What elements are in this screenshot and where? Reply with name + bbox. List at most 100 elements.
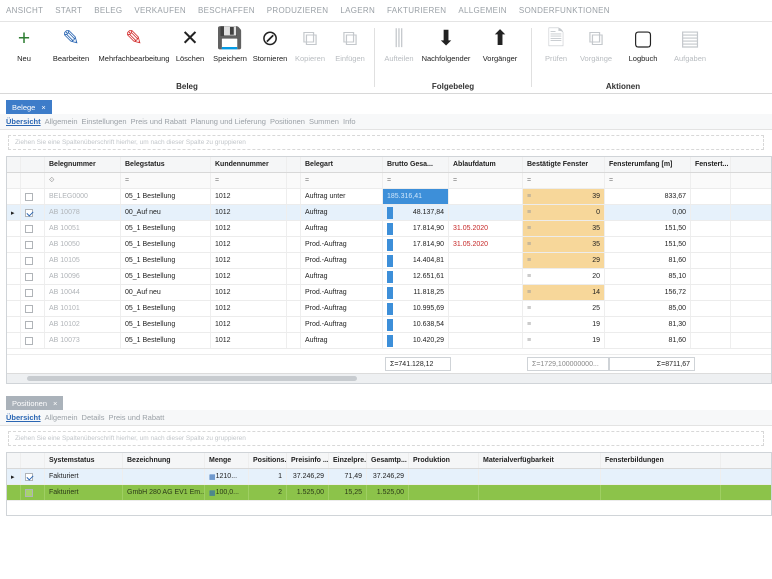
checkbox[interactable] bbox=[25, 272, 33, 281]
column-header[interactable]: Kundennummer bbox=[211, 157, 287, 172]
subtab-preis-und-rabatt[interactable]: Preis und Rabatt bbox=[131, 117, 187, 126]
column-header[interactable]: Menge bbox=[205, 453, 249, 468]
checkbox[interactable] bbox=[25, 240, 33, 249]
table-row[interactable]: ▸ Fakturiert ▦ 1210... 1 37.246,29 71,49 37.24… bbox=[7, 469, 771, 485]
column-header[interactable]: Bezeichnung bbox=[123, 453, 205, 468]
close-icon[interactable]: × bbox=[53, 399, 57, 408]
column-header[interactable] bbox=[287, 157, 301, 172]
subtab-einstellungen[interactable]: Einstellungen bbox=[82, 117, 127, 126]
ablaufdatum-cell: 31.05.2020 bbox=[449, 237, 523, 252]
menu-item-fakturieren[interactable]: FAKTURIEREN bbox=[387, 6, 446, 15]
checkbox[interactable] bbox=[25, 304, 33, 313]
horizontal-scrollbar[interactable] bbox=[7, 373, 771, 383]
subtab-positionen[interactable]: Positionen bbox=[270, 117, 305, 126]
subtab-allgemein[interactable]: Allgemein bbox=[45, 117, 78, 126]
tab-belege[interactable]: Belege × bbox=[6, 100, 52, 114]
group-by-hint[interactable]: Ziehen Sie eine Spaltenüberschrift hierh… bbox=[8, 431, 764, 446]
scrollbar-thumb[interactable] bbox=[27, 376, 357, 381]
subtab-summen[interactable]: Summen bbox=[309, 117, 339, 126]
fenster-value: 25 bbox=[592, 305, 600, 312]
checkbox[interactable] bbox=[25, 256, 33, 265]
filter-cell[interactable] bbox=[21, 173, 45, 188]
filter-cell[interactable]: = bbox=[211, 173, 287, 188]
column-header[interactable]: Ablaufdatum bbox=[449, 157, 523, 172]
column-header[interactable]: Fensterbildungen bbox=[601, 453, 721, 468]
column-header[interactable]: Fensterumfang [m] bbox=[605, 157, 691, 172]
column-header[interactable]: Materialverfügbarkeit bbox=[479, 453, 601, 468]
column-header[interactable]: Fenstert... bbox=[691, 157, 731, 172]
table-row[interactable]: AB 10051 05_1 Bestellung 1012 Auftrag 17.814… bbox=[7, 221, 771, 237]
filter-cell[interactable] bbox=[7, 173, 21, 188]
filter-cell[interactable] bbox=[287, 173, 301, 188]
column-header[interactable]: Belegnummer bbox=[45, 157, 121, 172]
column-header[interactable]: Bestätigte Fenster bbox=[523, 157, 605, 172]
menu-item-sonderfunktionen[interactable]: SONDERFUNKTIONEN bbox=[519, 6, 610, 15]
filter-cell[interactable]: = bbox=[449, 173, 523, 188]
checkbox[interactable] bbox=[25, 288, 33, 297]
kundennummer-cell: 1012 bbox=[211, 189, 287, 204]
close-icon[interactable]: × bbox=[41, 103, 45, 112]
subtab-allgemein[interactable]: Allgemein bbox=[45, 413, 78, 422]
table-row[interactable]: Fakturiert GmbH 280 AG EV1 Em... ▦ 100,0..… bbox=[7, 485, 771, 501]
material-cell bbox=[479, 469, 601, 484]
table-row[interactable]: ▸ AB 10078 00_Auf neu 1012 Auftrag 48.137,84 ≡… bbox=[7, 205, 771, 221]
column-header[interactable]: Gesamtp... bbox=[367, 453, 409, 468]
filter-cell[interactable]: = bbox=[383, 173, 449, 188]
column-header[interactable] bbox=[7, 453, 21, 468]
table-row[interactable]: AB 10101 05_1 Bestellung 1012 Prod.-Auftrag… bbox=[7, 301, 771, 317]
column-header[interactable]: Positions... bbox=[249, 453, 287, 468]
checkbox[interactable] bbox=[25, 472, 33, 481]
subtab-übersicht[interactable]: Übersicht bbox=[6, 117, 41, 126]
table-row[interactable]: AB 10105 05_1 Bestellung 1012 Prod.-Auftrag… bbox=[7, 253, 771, 269]
table-row[interactable]: AB 10096 05_1 Bestellung 1012 Auftrag 12.651… bbox=[7, 269, 771, 285]
ribbon-group-folgebeleg: ⫼ Aufteilen ⬇ Nachfolgender ⬆ Vorgänger Folgeb… bbox=[375, 22, 531, 94]
subtab-planung-und-lieferung[interactable]: Planung und Lieferung bbox=[190, 117, 265, 126]
ablaufdatum-cell bbox=[449, 189, 523, 204]
value-bar bbox=[387, 206, 393, 219]
belegstatus-cell: 05_1 Bestellung bbox=[121, 253, 211, 268]
column-header[interactable] bbox=[21, 157, 45, 172]
menu-item-start[interactable]: START bbox=[55, 6, 82, 15]
column-header[interactable]: Produktion bbox=[409, 453, 479, 468]
subtab-details[interactable]: Details bbox=[82, 413, 105, 422]
column-header[interactable]: Preisinfo ... bbox=[287, 453, 329, 468]
menu-item-verkaufen[interactable]: VERKAUFEN bbox=[134, 6, 186, 15]
checkbox[interactable] bbox=[25, 224, 33, 233]
checkbox[interactable] bbox=[25, 320, 33, 329]
column-header[interactable]: Systemstatus bbox=[45, 453, 123, 468]
checkbox[interactable] bbox=[25, 208, 33, 217]
filter-cell[interactable]: = bbox=[523, 173, 605, 188]
tab-positionen[interactable]: Positionen × bbox=[6, 396, 64, 410]
menu-item-beschaffen[interactable]: BESCHAFFEN bbox=[198, 6, 255, 15]
checkbox[interactable] bbox=[25, 488, 33, 497]
table-row[interactable]: BELEG0000 05_1 Bestellung 1012 Auftrag unte… bbox=[7, 189, 771, 205]
filter-cell[interactable] bbox=[691, 173, 731, 188]
filter-cell[interactable]: ⟐ bbox=[45, 173, 121, 188]
column-header[interactable]: Belegart bbox=[301, 157, 383, 172]
subtab-info[interactable]: Info bbox=[343, 117, 356, 126]
menu-item-produzieren[interactable]: PRODUZIEREN bbox=[267, 6, 329, 15]
filter-cell[interactable]: = bbox=[121, 173, 211, 188]
fensterumfang-cell: 81,60 bbox=[605, 253, 691, 268]
menu-item-lagern[interactable]: LAGERN bbox=[340, 6, 375, 15]
belegnummer-cell: AB 10073 bbox=[45, 333, 121, 348]
column-header[interactable]: Belegstatus bbox=[121, 157, 211, 172]
table-row[interactable]: AB 10102 05_1 Bestellung 1012 Prod.-Auftrag… bbox=[7, 317, 771, 333]
column-header[interactable] bbox=[21, 453, 45, 468]
filter-cell[interactable]: = bbox=[301, 173, 383, 188]
filter-cell[interactable]: = bbox=[605, 173, 691, 188]
column-header[interactable]: Brutto Gesa... bbox=[383, 157, 449, 172]
menu-item-beleg[interactable]: BELEG bbox=[94, 6, 122, 15]
menu-item-ansicht[interactable]: ANSICHT bbox=[6, 6, 43, 15]
column-header[interactable]: Einzelpre... bbox=[329, 453, 367, 468]
table-row[interactable]: AB 10073 05_1 Bestellung 1012 Auftrag 10.420… bbox=[7, 333, 771, 349]
checkbox[interactable] bbox=[25, 336, 33, 345]
subtab-übersicht[interactable]: Übersicht bbox=[6, 413, 41, 422]
table-row[interactable]: AB 10050 05_1 Bestellung 1012 Prod.-Auftrag… bbox=[7, 237, 771, 253]
subtab-preis-und-rabatt[interactable]: Preis und Rabatt bbox=[108, 413, 164, 422]
checkbox[interactable] bbox=[25, 192, 33, 201]
menu-item-allgemein[interactable]: ALLGEMEIN bbox=[458, 6, 507, 15]
table-row[interactable]: AB 10044 00_Auf neu 1012 Prod.-Auftrag 11.81… bbox=[7, 285, 771, 301]
group-by-hint[interactable]: Ziehen Sie eine Spaltenüberschrift hierh… bbox=[8, 135, 764, 150]
column-header[interactable] bbox=[7, 157, 21, 172]
